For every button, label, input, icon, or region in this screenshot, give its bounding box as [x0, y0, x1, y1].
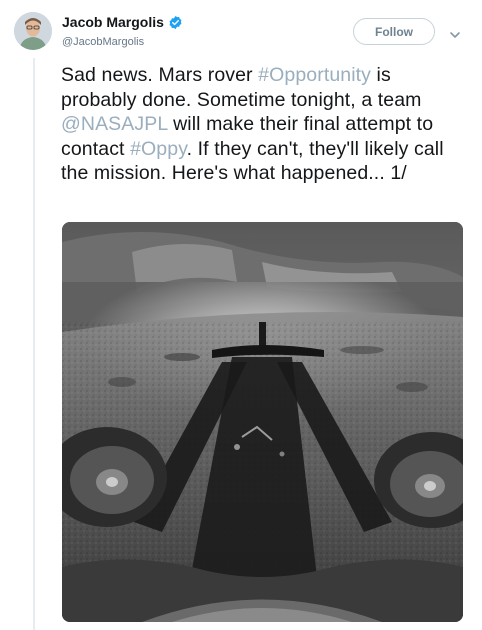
tweet-media-photo[interactable] [62, 222, 463, 622]
chevron-down-icon[interactable] [449, 27, 461, 38]
user-handle[interactable]: @JacobMargolis [62, 36, 144, 48]
avatar[interactable] [14, 12, 52, 50]
hashtag-link[interactable]: #Opportunity [258, 64, 371, 86]
thread-line [33, 58, 35, 630]
verified-badge-icon [168, 15, 183, 30]
hashtag-link[interactable]: #Oppy [130, 138, 187, 160]
tweet-text: Sad news. Mars rover #Opportunity is pro… [61, 63, 471, 186]
follow-button[interactable]: Follow [353, 18, 435, 45]
mention-link[interactable]: @NASAJPL [61, 113, 168, 135]
tweet-text-segment: Sad news. Mars rover [61, 64, 259, 86]
display-name[interactable]: Jacob Margolis [62, 14, 164, 30]
